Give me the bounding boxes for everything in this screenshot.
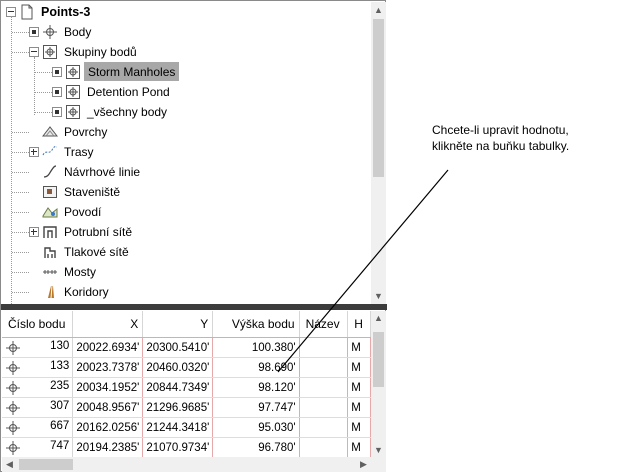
callout-leader-line [277,169,449,373]
callout-line-2: klikněte na buňku tabulky. [432,139,570,153]
callout-text: Chcete-li upravit hodnotu, klikněte na b… [432,122,612,154]
callout-line-1: Chcete-li upravit hodnotu, [432,123,569,137]
